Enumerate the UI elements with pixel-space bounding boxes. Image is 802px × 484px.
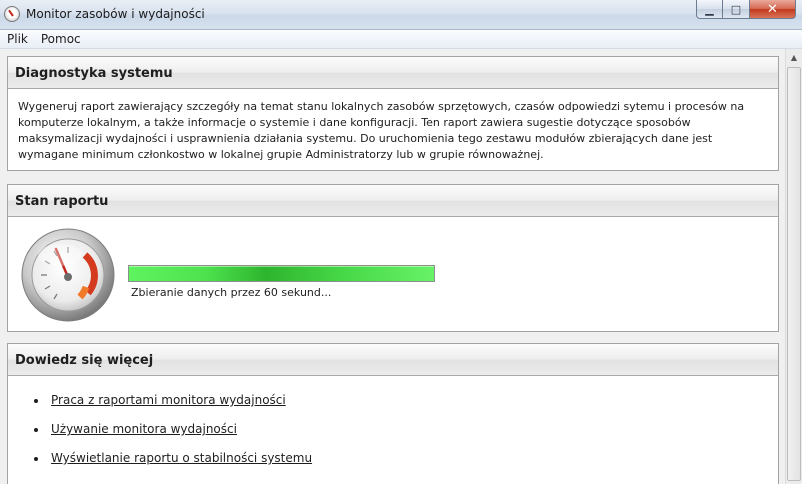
diagnostics-description: Wygeneruj raport zawierający szczegóły n…: [18, 100, 745, 161]
report-progress-bar: [128, 265, 435, 282]
performance-gauge-icon: [21, 228, 115, 322]
gauge-icon[interactable]: [4, 6, 20, 22]
report-status-text: Zbieranie danych przez 60 sekund...: [131, 286, 332, 299]
title-bar: Monitor zasobów i wydajności ▁ □ ✕: [0, 0, 802, 30]
maximize-button[interactable]: □: [723, 0, 750, 19]
close-button[interactable]: ✕: [750, 0, 796, 19]
link-using-performance-monitor[interactable]: Używanie monitora wydajności: [51, 422, 237, 436]
close-icon: ✕: [767, 1, 778, 17]
link-performance-reports[interactable]: Praca z raportami monitora wydajności: [51, 393, 286, 407]
content-area: Diagnostyka systemu Wygeneruj raport zaw…: [0, 49, 785, 484]
scroll-thumb[interactable]: [787, 67, 801, 481]
maximize-icon: □: [730, 2, 742, 16]
minimize-icon: ▁: [705, 2, 714, 16]
bullet: [34, 457, 38, 461]
minimize-button[interactable]: ▁: [696, 0, 723, 19]
learn-more-panel: Dowiedz się więcej Praca z raportami mon…: [7, 343, 779, 484]
scroll-up-arrow-icon[interactable]: ▲: [786, 49, 802, 66]
learn-more-heading: Dowiedz się więcej: [8, 344, 778, 376]
diagnostics-heading: Diagnostyka systemu: [8, 57, 778, 89]
diagnostics-panel: Diagnostyka systemu Wygeneruj raport zaw…: [7, 56, 779, 171]
menu-file[interactable]: Plik: [0, 32, 34, 46]
report-status-panel: Stan raportu Zbieranie danych przez 60 s…: [7, 184, 779, 332]
report-status-heading: Stan raportu: [8, 185, 778, 217]
link-reliability-report[interactable]: Wyświetlanie raportu o stabilności syste…: [51, 451, 312, 465]
vertical-scrollbar[interactable]: ▲: [785, 49, 802, 484]
menu-help[interactable]: Pomoc: [34, 32, 87, 46]
bullet: [34, 428, 38, 432]
menu-bar: Plik Pomoc: [0, 30, 802, 49]
bullet: [34, 399, 38, 403]
window-title: Monitor zasobów i wydajności: [26, 7, 205, 21]
window-controls: ▁ □ ✕: [696, 0, 796, 20]
progress-fill: [129, 266, 434, 281]
